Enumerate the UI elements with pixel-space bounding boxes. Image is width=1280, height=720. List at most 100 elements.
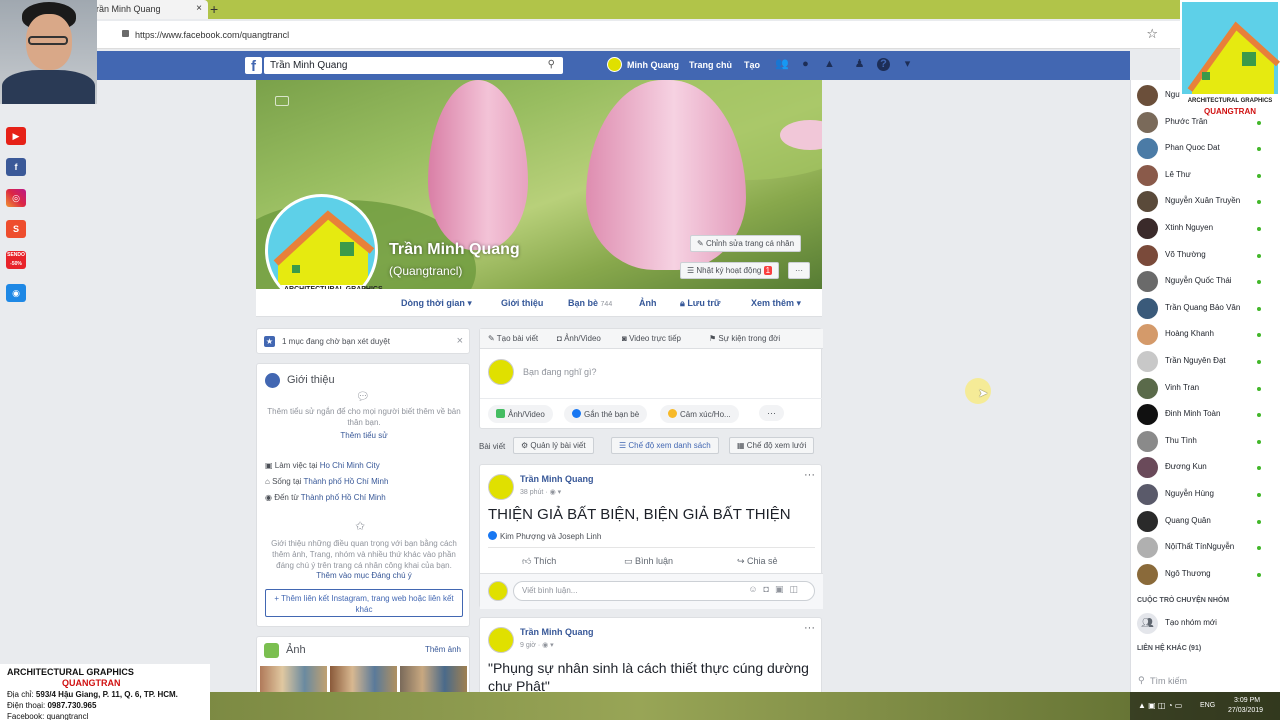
- contact-item[interactable]: Quang Quân: [1137, 510, 1277, 534]
- pending-review-card[interactable]: ★ 1 mục đang chờ bạn xét duyệt ×: [256, 328, 470, 354]
- contact-item[interactable]: Nguyễn Quốc Thái: [1137, 270, 1277, 294]
- list-icon: ☰: [687, 266, 697, 275]
- contact-item[interactable]: Lê Thư: [1137, 164, 1277, 188]
- header-home-link[interactable]: Trang chủ: [689, 60, 732, 70]
- instagram-icon[interactable]: ◎: [6, 189, 26, 207]
- life-event-tab[interactable]: ⚑ Sự kiện trong đời: [709, 334, 780, 343]
- contact-item[interactable]: Phan Quoc Dat: [1137, 137, 1277, 161]
- contact-item[interactable]: Nguyễn Hùng: [1137, 483, 1277, 507]
- account-menu-icon[interactable]: ▾: [901, 58, 914, 71]
- contact-item[interactable]: Võ Thường: [1137, 244, 1277, 268]
- close-icon[interactable]: ×: [457, 335, 463, 347]
- contact-item[interactable]: Trần Quang Bảo Vân: [1137, 297, 1277, 321]
- post-author-link[interactable]: Trần Minh Quang: [520, 627, 594, 637]
- find-friends-icon[interactable]: ♟: [853, 58, 866, 71]
- camera-icon[interactable]: [275, 96, 289, 106]
- post-timestamp[interactable]: 9 giờ · ◉ ▾: [520, 641, 554, 649]
- composer-photo-button[interactable]: Ảnh/Video: [488, 405, 553, 423]
- profile-more-button[interactable]: ···: [788, 262, 810, 279]
- messenger-icon[interactable]: ●: [799, 58, 812, 71]
- share-button[interactable]: ↪ Chia sẻ: [737, 556, 778, 567]
- live-place-link[interactable]: Thành phố Hồ Chí Minh: [304, 477, 389, 486]
- bookmark-star-icon[interactable]: ☆: [1146, 26, 1158, 42]
- like-button[interactable]: 👍︎ Thích: [522, 556, 556, 567]
- mouse-cursor-highlight: ➤: [965, 378, 991, 404]
- shopee-icon[interactable]: S: [6, 220, 26, 238]
- url-input[interactable]: https://www.facebook.com/quangtrancl: [115, 25, 1135, 45]
- contact-item[interactable]: Hoàng Khanh: [1137, 323, 1277, 347]
- add-links-button[interactable]: + Thêm liên kết Instagram, trang web hoặ…: [265, 589, 463, 617]
- facebook-search-input[interactable]: Trần Minh Quang ⚲: [264, 57, 563, 74]
- post-timestamp[interactable]: 38 phút · ◉ ▾: [520, 488, 561, 496]
- comment-tools-icon[interactable]: ☺◘▣◫: [748, 584, 804, 595]
- create-post-tab[interactable]: ✎ Tạo bài viết: [488, 334, 538, 343]
- live-video-tab[interactable]: ◙ Video trực tiếp: [622, 334, 681, 343]
- list-view-button[interactable]: ☰ Chế độ xem danh sách: [611, 437, 719, 454]
- tray-icons[interactable]: ▲ ▣ ◫ ◔ ▭: [1138, 701, 1182, 710]
- contact-avatar: [1137, 138, 1158, 160]
- tab-archive[interactable]: 🔒︎ Lưu trữ: [680, 298, 720, 309]
- grid-view-button[interactable]: ▦ Chế độ xem lưới: [729, 437, 815, 454]
- language-indicator[interactable]: ENG: [1200, 702, 1215, 709]
- contact-item[interactable]: Vinh Tran: [1137, 377, 1277, 401]
- add-photos-link[interactable]: Thêm ảnh: [425, 645, 461, 654]
- manage-posts-button[interactable]: ⚙ Quản lý bài viết: [513, 437, 594, 454]
- tab-about[interactable]: Giới thiệu: [501, 298, 543, 308]
- contact-item[interactable]: Xtinh Nguyen: [1137, 217, 1277, 241]
- feeling-button[interactable]: Cảm xúc/Ho...: [660, 405, 739, 423]
- contact-item[interactable]: Nguyễn Xuân Truyền: [1137, 190, 1277, 214]
- contact-item[interactable]: Trần Nguyên Đạt: [1137, 350, 1277, 374]
- post-options-icon[interactable]: ···: [804, 622, 815, 634]
- clock-date[interactable]: 27/03/2019: [1228, 707, 1263, 714]
- tab-photos[interactable]: Ảnh: [639, 298, 657, 308]
- search-icon[interactable]: ⚲: [548, 59, 555, 70]
- photo-video-tab[interactable]: ◘ Ảnh/Video: [557, 334, 601, 343]
- profile-name: Trần Minh Quang: [389, 241, 520, 258]
- composer-input[interactable]: Bạn đang nghĩ gì?: [523, 367, 597, 377]
- tag-friends-button[interactable]: Gắn thẻ bạn bè: [564, 405, 648, 423]
- post-author-link[interactable]: Trần Minh Quang: [520, 474, 594, 484]
- contact-item[interactable]: Thu Tình: [1137, 430, 1277, 454]
- sendo-icon[interactable]: SENDO -50%: [6, 251, 26, 269]
- comment-input[interactable]: Viết bình luận... ☺◘▣◫: [513, 581, 815, 601]
- header-create-link[interactable]: Tạo: [744, 60, 760, 70]
- post-options-icon[interactable]: ···: [804, 469, 815, 481]
- chat-search-input[interactable]: ⚲ Tìm kiếm: [1132, 672, 1262, 692]
- address-bar: https://www.facebook.com/quangtrancl ☆: [97, 21, 1280, 49]
- facebook-icon[interactable]: f: [6, 158, 26, 176]
- new-tab-button[interactable]: +: [210, 1, 218, 17]
- company-watermark: ARCHITECTURAL GRAPHICS QUANGTRAN Địa chỉ…: [0, 664, 210, 720]
- clock-time[interactable]: 3:09 PM: [1234, 697, 1260, 704]
- post-author-avatar[interactable]: [488, 627, 514, 653]
- composer-more-button[interactable]: ···: [759, 405, 784, 421]
- tab-more[interactable]: Xem thêm ▾: [751, 298, 801, 309]
- from-place-link[interactable]: Thành phố Hồ Chí Minh: [301, 493, 386, 502]
- header-avatar[interactable]: [607, 57, 622, 72]
- add-bio-link[interactable]: Thêm tiểu sử: [257, 431, 471, 440]
- header-profile-link[interactable]: Minh Quang: [627, 60, 679, 70]
- add-featured-link[interactable]: Thêm vào mục Đáng chú ý: [257, 571, 471, 580]
- tab-friends[interactable]: Bạn bè 744: [568, 298, 612, 308]
- create-group-button[interactable]: 👥︎ Tạo nhóm mới: [1137, 612, 1277, 636]
- activity-log-button[interactable]: ☰ Nhật ký hoạt động 1: [680, 262, 780, 279]
- contact-item[interactable]: Đinh Minh Toàn: [1137, 403, 1277, 427]
- work-place-link[interactable]: Ho Chi Minh City: [320, 461, 380, 470]
- contact-avatar: [1137, 218, 1158, 239]
- zalo-icon[interactable]: ◉: [6, 284, 26, 302]
- friend-requests-icon[interactable]: 👥: [775, 58, 789, 71]
- tab-timeline[interactable]: Dòng thời gian ▾: [401, 298, 472, 309]
- contact-item[interactable]: Đương Kun: [1137, 456, 1277, 480]
- comment-button[interactable]: ▭ Bình luận: [624, 556, 673, 567]
- post-reactions[interactable]: Kim Phượng và Joseph Linh: [488, 531, 601, 541]
- youtube-icon[interactable]: ▶: [6, 127, 26, 145]
- tab-close-icon[interactable]: ×: [196, 3, 202, 14]
- post-author-avatar[interactable]: [488, 474, 514, 500]
- contact-item[interactable]: Ngô Thương: [1137, 563, 1277, 587]
- browser-tab[interactable]: rần Minh Quang ×: [86, 0, 208, 19]
- edit-profile-button[interactable]: ✎ Chỉnh sửa trang cá nhân: [690, 235, 802, 252]
- help-icon[interactable]: ?: [877, 58, 890, 71]
- contact-item[interactable]: NộiThất TínNguyễn: [1137, 536, 1277, 560]
- home-icon: ⌂: [265, 477, 273, 486]
- facebook-logo-icon[interactable]: f: [245, 57, 262, 75]
- notifications-icon[interactable]: ▲: [823, 58, 836, 71]
